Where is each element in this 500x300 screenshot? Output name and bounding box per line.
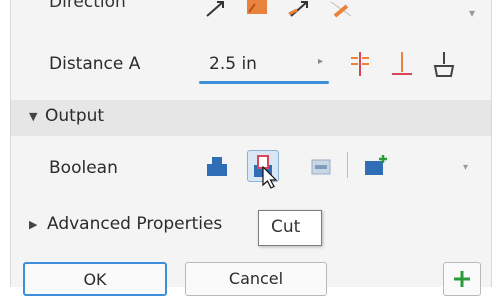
direction-symmetric-icon[interactable] (287, 0, 311, 18)
direction-label: Direction (49, 0, 126, 12)
distance-label: Distance A (49, 54, 141, 74)
distance-input[interactable]: 2.5 in ▸ (199, 50, 329, 84)
direction-default-icon[interactable] (203, 0, 227, 18)
advanced-properties-header[interactable]: ▶ Advanced Properties (11, 206, 491, 246)
distance-measure-icon[interactable] (347, 50, 373, 78)
boolean-label: Boolean (49, 158, 118, 178)
distance-value[interactable]: 2.5 in (209, 54, 257, 74)
cut-tooltip: Cut (258, 210, 322, 246)
direction-flip-icon[interactable] (245, 0, 269, 18)
direction-row: Direction ▾ (11, 0, 491, 32)
direction-asymmetric-icon[interactable] (329, 0, 353, 18)
output-title: Output (45, 106, 105, 126)
output-section-header[interactable]: ▼ Output (11, 100, 491, 136)
tooltip-text: Cut (271, 217, 301, 237)
collapse-triangle-icon[interactable]: ▼ (29, 110, 37, 123)
new-solid-button[interactable] (359, 150, 391, 182)
mouse-cursor-icon (262, 166, 278, 189)
add-button[interactable] (443, 262, 481, 296)
distance-extent-icon[interactable] (389, 50, 415, 78)
boolean-separator (347, 152, 348, 178)
direction-dropdown-chevron-icon[interactable]: ▾ (469, 6, 475, 20)
distance-row: Distance A 2.5 in ▸ (11, 36, 491, 96)
distance-input-underline (199, 81, 329, 84)
ok-button[interactable]: OK (23, 262, 167, 296)
add-icon (454, 271, 470, 287)
expand-triangle-icon[interactable]: ▶ (29, 218, 37, 231)
join-icon (207, 157, 227, 176)
distance-extent-buttons (347, 50, 457, 78)
new-solid-icon (365, 155, 387, 175)
intersect-button[interactable] (305, 150, 337, 182)
intersect-icon (311, 159, 331, 175)
distance-dropdown-icon[interactable]: ▸ (318, 56, 323, 67)
boolean-row: Boolean ▾ (11, 140, 491, 200)
distance-to-icon[interactable] (431, 50, 457, 78)
dialog-panel: Direction ▾ Distance A 2.5 in ▸ ▼ Output… (10, 0, 492, 296)
join-button[interactable] (201, 150, 233, 182)
direction-buttons (203, 0, 353, 24)
advanced-properties-title: Advanced Properties (47, 214, 223, 234)
boolean-dropdown-chevron-icon[interactable]: ▾ (463, 162, 468, 173)
cancel-button[interactable]: Cancel (185, 262, 327, 296)
